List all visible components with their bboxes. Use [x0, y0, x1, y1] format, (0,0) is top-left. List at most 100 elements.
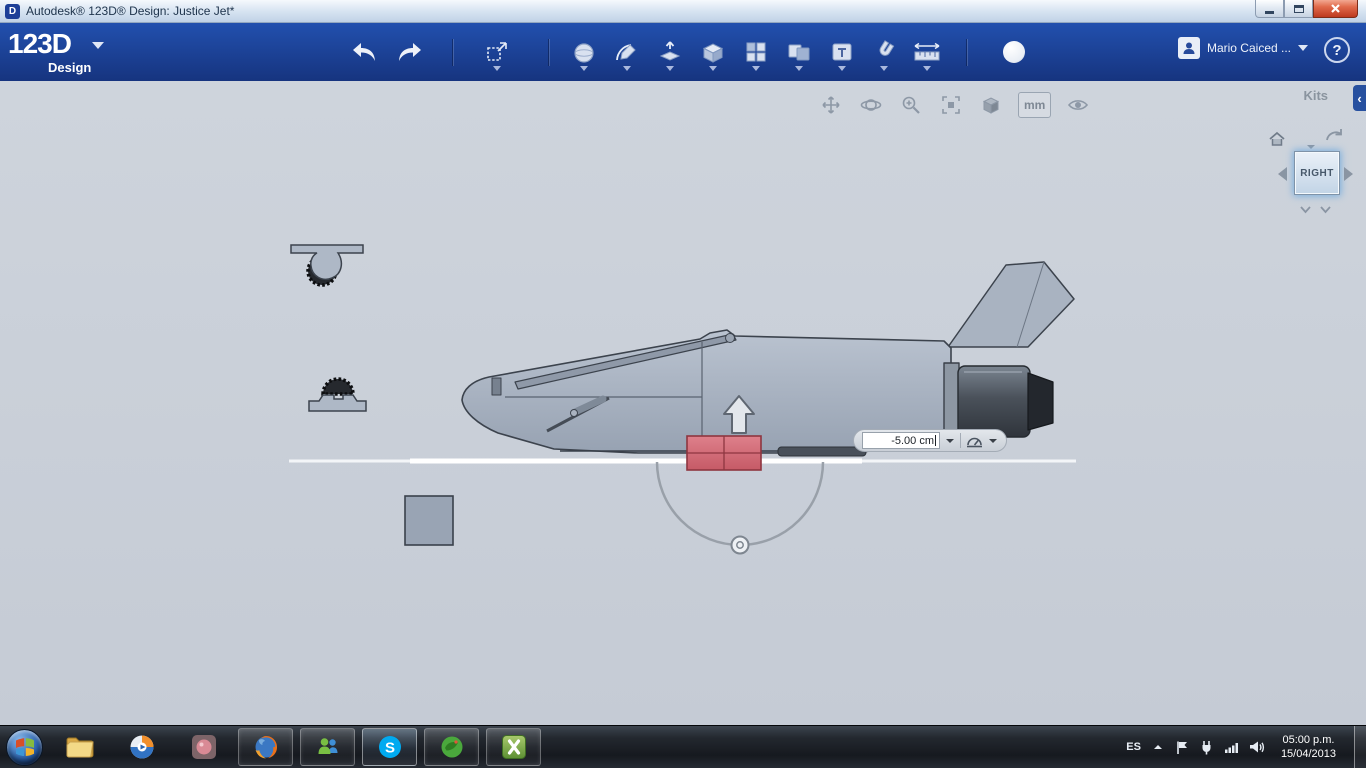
part-cube[interactable]	[404, 495, 454, 546]
part-caster-bracket[interactable]	[290, 244, 364, 287]
show-desktop-button[interactable]	[1354, 725, 1366, 768]
primitives-button[interactable]	[566, 33, 602, 71]
language-indicator[interactable]: ES	[1126, 741, 1141, 753]
dropdown-chevron-icon[interactable]	[880, 66, 888, 71]
fit-view-button[interactable]	[938, 92, 964, 118]
network-bars-icon	[1224, 743, 1238, 753]
taskbar-app-green[interactable]	[424, 728, 479, 766]
redo-icon	[399, 43, 421, 61]
chevron-down-icon[interactable]	[945, 438, 955, 444]
skype-icon: S	[378, 736, 401, 758]
dropdown-chevron-icon[interactable]	[580, 66, 588, 71]
landing-skid	[777, 446, 867, 457]
home-button[interactable]	[1268, 131, 1286, 152]
modify-button[interactable]	[695, 33, 731, 71]
taskbar-app-messenger[interactable]	[300, 728, 355, 766]
start-button[interactable]	[6, 728, 43, 766]
separator	[548, 39, 549, 66]
pattern-button[interactable]	[738, 33, 774, 71]
help-button[interactable]: ?	[1324, 37, 1350, 63]
construct-button[interactable]	[652, 33, 688, 71]
user-avatar	[1177, 37, 1200, 59]
dropdown-chevron-icon[interactable]	[709, 66, 717, 71]
kits-panel-collapse-button[interactable]: ‹	[1353, 85, 1366, 111]
taskbar-app-skype[interactable]: S	[362, 728, 417, 766]
dropdown-chevron-icon[interactable]	[795, 66, 803, 71]
zoom-button[interactable]	[898, 92, 924, 118]
volume-button[interactable]	[1249, 740, 1265, 754]
title-bar[interactable]: D Autodesk® 123D® Design: Justice Jet*	[0, 0, 1366, 23]
taskbar-app-firefox[interactable]	[238, 728, 293, 766]
sketch-button[interactable]	[609, 33, 645, 71]
roll-ccw-corner-button[interactable]	[1300, 201, 1311, 219]
construct-icon	[659, 41, 681, 61]
hidden-icons-button[interactable]	[1151, 741, 1165, 753]
dropdown-chevron-icon[interactable]	[666, 66, 674, 71]
chevron-down-icon[interactable]	[988, 438, 998, 444]
shaded-view-icon	[982, 97, 1000, 114]
units-selector[interactable]: mm	[1018, 92, 1052, 118]
pan-icon	[822, 96, 840, 114]
dropdown-chevron-icon[interactable]	[923, 66, 931, 71]
user-account-menu[interactable]: Mario Caiced ...	[1177, 37, 1308, 59]
snap-button[interactable]	[866, 33, 902, 71]
material-ball-icon	[1003, 41, 1025, 63]
angle-gauge-icon[interactable]	[966, 434, 983, 448]
window-controls	[1255, 0, 1358, 18]
text-caret	[935, 435, 936, 446]
dimension-input[interactable]: -5.00 cm	[862, 432, 940, 449]
selected-red-box[interactable]	[686, 435, 762, 471]
jet-model[interactable]	[461, 261, 1075, 457]
dropdown-chevron-icon[interactable]	[493, 66, 501, 71]
chevron-down-icon	[1298, 45, 1308, 51]
viewcube-face-right[interactable]: RIGHT	[1294, 151, 1340, 195]
orbit-button[interactable]	[858, 92, 884, 118]
pan-button[interactable]	[818, 92, 844, 118]
taskbar-app-explorer[interactable]	[52, 728, 107, 766]
menu-chevron-icon	[92, 42, 104, 49]
corner-arrow-icon	[1320, 206, 1331, 214]
measure-button[interactable]	[909, 33, 945, 71]
transform-icon	[487, 42, 507, 61]
clock[interactable]: 05:00 p.m. 15/04/2013	[1281, 733, 1336, 761]
undo-icon	[353, 43, 375, 61]
close-button[interactable]	[1313, 0, 1358, 18]
undo-button[interactable]	[346, 33, 382, 71]
roll-cw-corner-button[interactable]	[1320, 201, 1331, 219]
network-button[interactable]	[1224, 740, 1239, 754]
dimension-input-group: -5.00 cm	[853, 429, 1007, 452]
app-icon: D	[5, 3, 20, 19]
text-button[interactable]	[824, 33, 860, 71]
dropdown-chevron-icon[interactable]	[838, 66, 846, 71]
visibility-button[interactable]	[1065, 92, 1091, 118]
3d-canvas[interactable]	[0, 81, 1366, 725]
transform-button[interactable]	[479, 33, 515, 71]
maximize-button[interactable]	[1284, 0, 1313, 18]
part-mount-bracket[interactable]	[308, 377, 367, 412]
taskbar-app-pink[interactable]	[176, 728, 231, 766]
rotate-right-arrow[interactable]	[1344, 167, 1353, 181]
separator	[452, 39, 453, 66]
dropdown-chevron-icon[interactable]	[623, 66, 631, 71]
main-menu-button[interactable]: 123D Design	[8, 26, 128, 78]
taskbar-app-excel[interactable]	[486, 728, 541, 766]
minimize-button[interactable]	[1255, 0, 1284, 18]
taskbar-app-media-player[interactable]	[114, 728, 169, 766]
shaded-view-button[interactable]	[978, 92, 1004, 118]
logo-sub-text: Design	[48, 60, 92, 75]
rotate-manipulator-arc[interactable]	[655, 461, 825, 555]
window-title: Autodesk® 123D® Design: Justice Jet*	[26, 4, 235, 18]
material-button[interactable]	[996, 33, 1032, 71]
eye-icon	[1068, 100, 1089, 110]
viewcube: RIGHT	[1260, 127, 1360, 227]
orbit-icon	[860, 99, 882, 111]
power-button[interactable]	[1199, 740, 1214, 755]
combine-button[interactable]	[781, 33, 817, 71]
action-center-button[interactable]	[1175, 740, 1189, 755]
redo-button[interactable]	[392, 33, 428, 71]
rotate-left-arrow[interactable]	[1278, 167, 1287, 181]
clock-date: 15/04/2013	[1280, 748, 1336, 760]
measure-icon	[914, 42, 940, 61]
roll-view-button[interactable]	[1324, 128, 1346, 148]
dropdown-chevron-icon[interactable]	[752, 66, 760, 71]
